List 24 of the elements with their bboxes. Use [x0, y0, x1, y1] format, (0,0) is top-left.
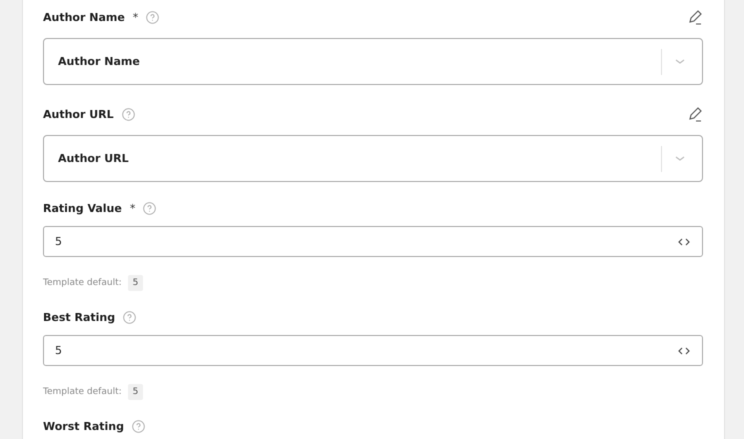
help-icon[interactable] [146, 10, 160, 24]
help-icon[interactable] [132, 420, 145, 432]
input-field[interactable]: 5 [43, 335, 703, 366]
field-label: Author URL [43, 108, 114, 120]
template-default-label: Template default: [43, 278, 122, 288]
template-default-value: 5 [128, 384, 144, 400]
field-label: Best Rating [43, 310, 116, 324]
help-icon[interactable] [122, 108, 135, 120]
required-asterisk: * [130, 202, 136, 214]
code-icon[interactable] [678, 236, 690, 246]
select-field[interactable]: Author URL [43, 135, 703, 182]
field-label: Rating Value [43, 202, 122, 214]
field-label: Worst Rating [43, 420, 124, 432]
input-field[interactable]: 5 [43, 226, 703, 257]
code-icon[interactable] [678, 346, 690, 356]
template-default-label: Template default: [43, 387, 122, 397]
required-asterisk: * [132, 10, 138, 24]
field-label: Author Name [43, 10, 125, 24]
select-field[interactable]: Author Name [43, 38, 703, 85]
template-default-value: 5 [128, 275, 144, 291]
pencil-icon[interactable] [687, 106, 703, 122]
help-icon[interactable] [143, 202, 156, 214]
help-icon[interactable] [123, 310, 136, 324]
pencil-icon[interactable] [687, 9, 703, 25]
